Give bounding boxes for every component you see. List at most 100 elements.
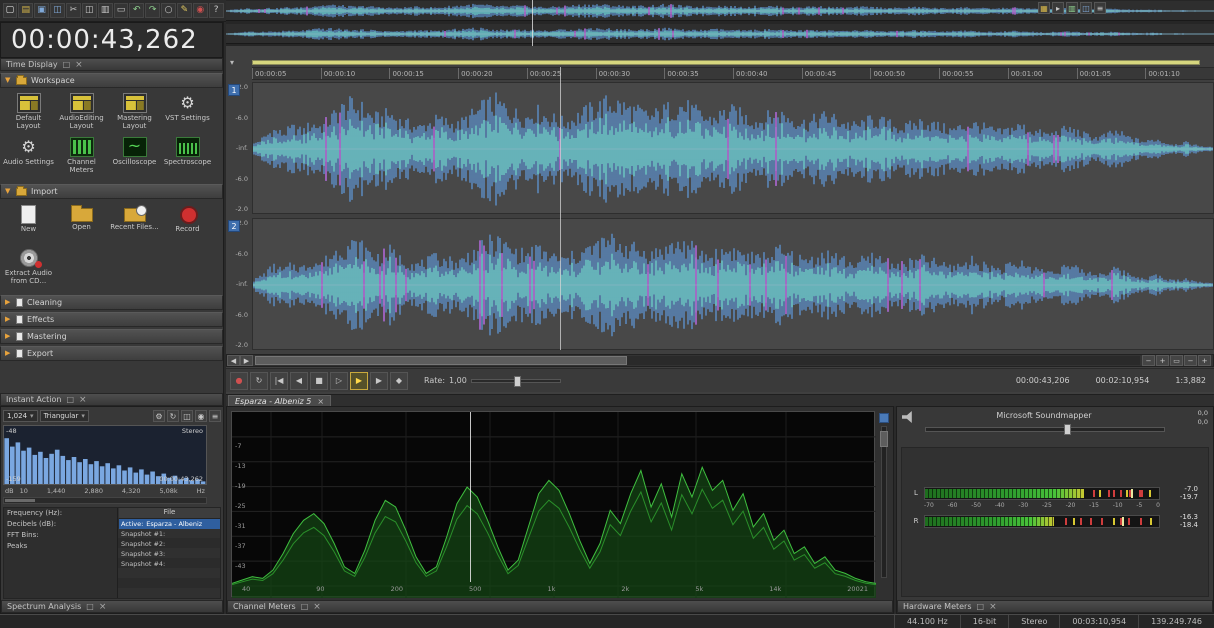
ruler-menu-icon[interactable]: [230, 58, 234, 67]
more-tools-icon[interactable]: ≡: [1094, 2, 1106, 14]
spectrum-menu-icon[interactable]: ≡: [209, 410, 221, 422]
rate-slider-thumb[interactable]: [514, 375, 522, 387]
channel-2-badge[interactable]: 2: [228, 220, 240, 232]
save-all-icon[interactable]: ◫: [50, 3, 65, 18]
section-header[interactable]: Export: [0, 346, 223, 361]
rewind-button[interactable]: ◀: [290, 371, 308, 390]
meter-scale-scrollbar[interactable]: [880, 426, 888, 578]
zoom-out-level-button[interactable]: −: [1184, 355, 1197, 366]
play-button[interactable]: ▶: [350, 371, 368, 390]
workspace-section-header[interactable]: Workspace: [0, 73, 223, 88]
output-gain-thumb[interactable]: [1064, 424, 1072, 435]
float-panel-icon[interactable]: [63, 60, 71, 69]
speaker-icon[interactable]: [902, 411, 912, 423]
meter-scale-thumb[interactable]: [880, 431, 888, 447]
spectrum-analysis-title-bar[interactable]: Spectrum Analysis: [1, 600, 223, 613]
copy-icon[interactable]: ◫: [81, 3, 97, 18]
scrollbar-thumb[interactable]: [255, 356, 627, 365]
output-device-name[interactable]: Microsoft Soundmapper: [921, 411, 1167, 420]
scrollbar-track[interactable]: [255, 356, 1140, 365]
section-header[interactable]: Effects: [0, 312, 223, 327]
workspace-item[interactable]: VST Settings: [161, 90, 214, 134]
import-item[interactable]: Extract Audio from CD...: [2, 245, 55, 289]
float-panel-icon[interactable]: [66, 395, 74, 404]
close-panel-icon[interactable]: [99, 602, 107, 612]
rate-slider[interactable]: [470, 375, 561, 387]
scroll-left-icon[interactable]: ◀: [227, 355, 240, 366]
position-overview-bar[interactable]: [252, 60, 1200, 65]
fft-size-select[interactable]: 1,024: [3, 410, 38, 422]
trim-icon[interactable]: ▭: [113, 3, 129, 18]
snapshot-row[interactable]: Snapshot #3:: [119, 549, 220, 559]
float-panel-icon[interactable]: [301, 602, 309, 611]
hardware-meters-title-bar[interactable]: Hardware Meters: [897, 600, 1213, 613]
overview-cursor[interactable]: [532, 0, 534, 46]
output-gain-slider[interactable]: [925, 424, 1165, 435]
import-section-header[interactable]: Import: [0, 184, 223, 199]
play-normal-button[interactable]: ▷: [330, 371, 348, 390]
workspace-item[interactable]: AudioEditing Layout: [55, 90, 108, 134]
mixer-view-icon[interactable]: ▦: [1038, 2, 1050, 14]
zoom-selection-button[interactable]: ▭: [1170, 355, 1183, 366]
tab-close-icon[interactable]: [317, 397, 324, 406]
workspace-item[interactable]: Default Layout: [2, 90, 55, 134]
save-icon[interactable]: ▣: [34, 3, 50, 18]
workspace-item[interactable]: Spectroscope: [161, 134, 214, 178]
waveform-channel-2[interactable]: [252, 218, 1214, 350]
spectrum-snapshot-icon[interactable]: ◉: [195, 410, 207, 422]
meter-left-bar[interactable]: [924, 486, 1160, 500]
window-type-select[interactable]: Triangular: [39, 410, 89, 422]
zoom-in-level-button[interactable]: +: [1198, 355, 1211, 366]
new-file-icon[interactable]: ▢: [2, 3, 18, 18]
float-panel-icon[interactable]: [86, 602, 94, 611]
frequency-cursor[interactable]: [469, 412, 471, 582]
plugin-chain-icon[interactable]: ◫: [1080, 2, 1092, 14]
undo-icon[interactable]: ↶: [129, 3, 145, 18]
meters-view-icon[interactable]: ▥: [1066, 2, 1078, 14]
spectrum-scrollbar[interactable]: [3, 497, 207, 504]
meter-spectrum-graph[interactable]: -7 -13 -19 -25 -31 -37 -43 40 90 200 500 1k 2k 5k 14k…: [231, 411, 876, 598]
spectrum-refresh-icon[interactable]: ↻: [167, 410, 179, 422]
workspace-item[interactable]: Mastering Layout: [108, 90, 161, 134]
section-header[interactable]: Cleaning: [0, 295, 223, 310]
record-button[interactable]: ●: [230, 371, 248, 390]
waveform-channel-1[interactable]: [252, 82, 1214, 214]
zoom-out-time-button[interactable]: −: [1142, 355, 1155, 366]
meter-right-bar[interactable]: [924, 514, 1160, 528]
open-file-icon[interactable]: ▤: [18, 3, 34, 18]
snapshot-row[interactable]: Snapshot #2:: [119, 539, 220, 549]
forward-button[interactable]: ▶: [370, 371, 388, 390]
help-icon[interactable]: ?: [208, 3, 224, 18]
scrub-button[interactable]: ◆: [390, 371, 408, 390]
playback-cursor[interactable]: [559, 67, 561, 350]
channel-meters-title-bar[interactable]: Channel Meters: [227, 600, 893, 613]
import-item[interactable]: Open: [55, 201, 108, 245]
zoom-tool-icon[interactable]: ○: [161, 3, 176, 18]
spectrum-graph[interactable]: -48 -159 Stereo 00:00:43,262: [3, 425, 207, 485]
time-ruler[interactable]: 00:00:05 00:00:10 00:00:15 00:00:20 00:00:25…: [252, 67, 1214, 80]
close-panel-icon[interactable]: [989, 602, 997, 612]
scroll-right-icon[interactable]: ▶: [240, 355, 253, 366]
float-panel-icon[interactable]: [977, 602, 985, 611]
workspace-item[interactable]: Oscilloscope: [108, 134, 161, 178]
workspace-item[interactable]: Audio Settings: [2, 134, 55, 178]
redo-icon[interactable]: ↷: [145, 3, 161, 18]
import-item[interactable]: New: [2, 201, 55, 245]
section-header[interactable]: Mastering: [0, 329, 223, 344]
active-file-row[interactable]: Active: Esparza - Albeniz: [119, 519, 220, 529]
close-panel-icon[interactable]: [313, 602, 321, 612]
spectrum-settings-icon[interactable]: ⚙: [153, 410, 165, 422]
go-to-start-button[interactable]: |◀: [270, 371, 288, 390]
edit-tool-icon[interactable]: ✎: [176, 3, 192, 18]
record-indicator-icon[interactable]: ◉: [192, 3, 208, 18]
time-display-title-bar[interactable]: Time Display: [0, 58, 223, 71]
waveform-overview[interactable]: ▦ ▸ ▥ ◫ ≡: [226, 0, 1214, 46]
import-item[interactable]: Record: [161, 201, 214, 245]
close-panel-icon[interactable]: [79, 395, 87, 405]
cut-icon[interactable]: ✂: [65, 3, 81, 18]
workspace-item[interactable]: Channel Meters: [55, 134, 108, 178]
instant-action-title-bar[interactable]: Instant Action: [0, 393, 223, 406]
horizontal-scrollbar[interactable]: ◀ ▶ − + ▭ − +: [226, 354, 1214, 367]
spectrum-scrollbar-thumb[interactable]: [5, 499, 35, 502]
snapshot-row[interactable]: Snapshot #1:: [119, 529, 220, 539]
